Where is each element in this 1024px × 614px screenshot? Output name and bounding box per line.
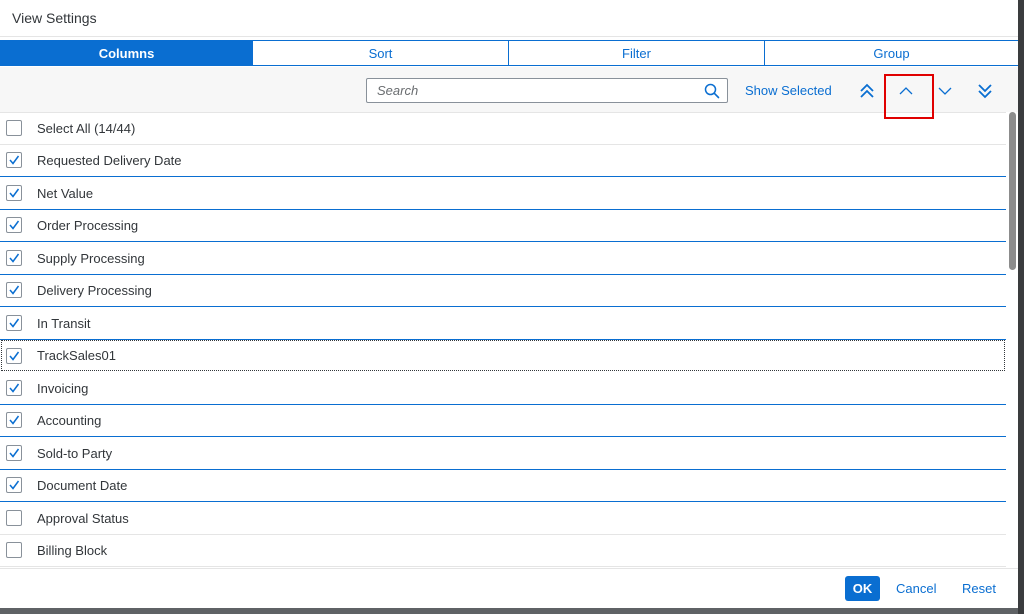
list-item-label: Billing Block <box>37 542 108 558</box>
dialog-header: View Settings <box>0 0 1018 37</box>
checkmark-icon <box>9 415 20 425</box>
list-item-label: In Transit <box>37 315 91 331</box>
checkmark-icon <box>9 253 20 263</box>
list-item-label: Order Processing <box>37 217 139 233</box>
list-item-checkbox[interactable] <box>6 250 22 266</box>
tab-group[interactable]: Group <box>764 40 1019 66</box>
checkmark-icon <box>9 383 20 393</box>
view-settings-dialog: View Settings Columns Sort Filter Group … <box>0 0 1020 608</box>
select-all-row[interactable]: Select All (14/44) <box>0 112 1006 145</box>
list-item-checkbox[interactable] <box>6 380 22 396</box>
list-item-label: Approval Status <box>37 510 129 526</box>
show-selected-button[interactable]: Show Selected <box>745 83 832 98</box>
tab-columns[interactable]: Columns <box>0 40 253 66</box>
checkmark-icon <box>9 188 20 198</box>
search-field[interactable] <box>366 78 728 103</box>
checkmark-icon <box>9 220 20 230</box>
checkmark-icon <box>9 351 20 361</box>
list-item-checkbox[interactable] <box>6 185 22 201</box>
list-item-checkbox[interactable] <box>6 152 22 168</box>
tab-filter[interactable]: Filter <box>508 40 765 66</box>
move-down-icon <box>938 87 952 95</box>
list-toolbar: Show Selected <box>0 67 1018 113</box>
list-item[interactable]: Invoicing <box>0 372 1006 405</box>
list-item-checkbox[interactable] <box>6 445 22 461</box>
list-item-label: TrackSales01 <box>37 348 116 363</box>
cancel-button[interactable]: Cancel <box>896 581 936 596</box>
list-item-label: Requested Delivery Date <box>37 152 182 168</box>
checkmark-icon <box>9 318 20 328</box>
list-item-label: Supply Processing <box>37 250 145 266</box>
background-overlay <box>1018 0 1024 614</box>
checkmark-icon <box>9 448 20 458</box>
dialog-footer: OK Cancel Reset <box>0 568 1018 608</box>
list-item-label: Delivery Processing <box>37 282 152 298</box>
list-item-focused[interactable]: TrackSales01 <box>0 339 1006 372</box>
dialog-title: View Settings <box>12 10 97 26</box>
list-item-checkbox[interactable] <box>6 542 22 558</box>
list-item[interactable]: Supply Processing <box>0 242 1006 275</box>
list-item-checkbox[interactable] <box>6 315 22 331</box>
ok-button[interactable]: OK <box>845 576 880 601</box>
tab-sort[interactable]: Sort <box>252 40 509 66</box>
tab-bar: Columns Sort Filter Group <box>0 40 1020 66</box>
move-down-button[interactable] <box>934 80 956 102</box>
list-item[interactable]: Order Processing <box>0 209 1006 242</box>
list-item[interactable]: Billing Block <box>0 534 1006 567</box>
list-item[interactable]: Accounting <box>0 404 1006 437</box>
list-item-checkbox[interactable] <box>6 510 22 526</box>
search-input[interactable] <box>367 79 697 102</box>
move-to-bottom-icon <box>978 84 992 99</box>
search-icon[interactable] <box>704 83 720 99</box>
list-item[interactable]: Sold-to Party <box>0 437 1006 470</box>
list-item-label: Accounting <box>37 412 102 428</box>
list-item[interactable]: Net Value <box>0 177 1006 210</box>
list-item-checkbox[interactable] <box>6 217 22 233</box>
column-list: Select All (14/44) Requested Delivery Da… <box>0 112 1006 568</box>
move-to-top-icon <box>860 83 874 98</box>
move-to-bottom-button[interactable] <box>974 80 996 102</box>
scrollbar-thumb[interactable] <box>1009 112 1016 270</box>
list-item-checkbox[interactable] <box>6 347 22 364</box>
list-item-checkbox[interactable] <box>6 477 22 493</box>
list-item-checkbox[interactable] <box>6 282 22 298</box>
list-item-label: Document Date <box>37 477 128 493</box>
list-item[interactable]: Requested Delivery Date <box>0 144 1006 177</box>
checkmark-icon <box>9 155 20 165</box>
reset-button[interactable]: Reset <box>962 581 996 596</box>
select-all-checkbox[interactable] <box>6 120 22 136</box>
list-item[interactable]: Approval Status <box>0 502 1006 535</box>
list-item[interactable]: In Transit <box>0 307 1006 340</box>
checkmark-icon <box>9 480 20 490</box>
list-item-label: Invoicing <box>37 380 89 396</box>
list-item-label: Net Value <box>37 185 94 201</box>
list-scrollbar[interactable] <box>1006 112 1018 568</box>
list-item-label: Select All (14/44) <box>37 120 136 136</box>
checkmark-icon <box>9 285 20 295</box>
move-to-top-button[interactable] <box>856 80 878 102</box>
list-item[interactable]: Delivery Processing <box>0 274 1006 307</box>
list-item-checkbox[interactable] <box>6 412 22 428</box>
list-item[interactable]: Document Date <box>0 469 1006 502</box>
list-item-label: Sold-to Party <box>37 445 113 461</box>
